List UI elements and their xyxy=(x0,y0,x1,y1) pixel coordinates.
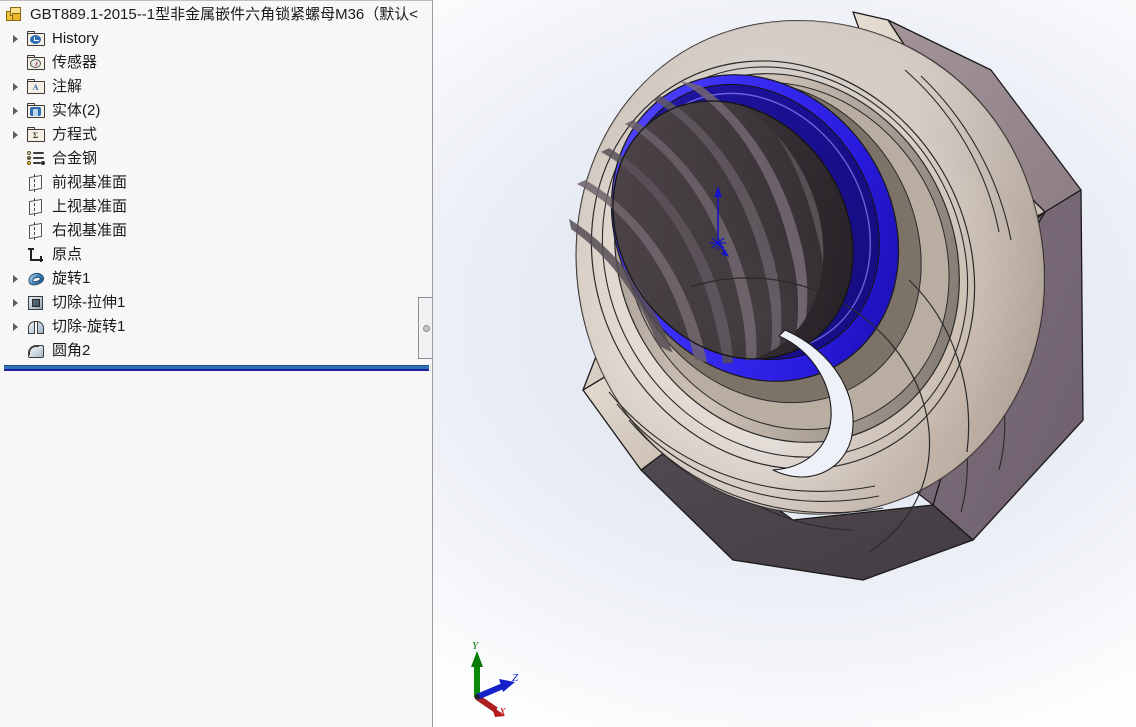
tree-item-label: 方程式 xyxy=(52,126,98,143)
tree-item-list: History 传感器 A 注解实体(2) Σ 方程式合金钢前视基准面上视基准面右视基准面… xyxy=(0,27,432,363)
feature-tree[interactable]: GBT889.1-2015--1型非金属嵌件六角锁紧螺母M36（默认< Hist… xyxy=(0,1,432,727)
chevron-right-icon[interactable] xyxy=(4,27,26,51)
tree-item-label: 右视基准面 xyxy=(52,222,128,239)
tree-item-10[interactable]: 旋转1 xyxy=(0,267,432,291)
chevron-right-icon[interactable] xyxy=(4,291,26,315)
feature-manager-panel: GBT889.1-2015--1型非金属嵌件六角锁紧螺母M36（默认< Hist… xyxy=(0,0,433,727)
cut-revolve-icon xyxy=(26,317,46,337)
tree-item-label: 上视基准面 xyxy=(52,198,128,215)
svg-text:Z: Z xyxy=(512,672,519,684)
panel-splitter-handle[interactable] xyxy=(418,297,432,359)
hex-lock-nut-model[interactable] xyxy=(433,0,1136,727)
tree-item-0[interactable]: History xyxy=(0,27,432,51)
graphics-viewport[interactable]: Y X Z xyxy=(433,0,1136,727)
chevron-right-icon[interactable] xyxy=(4,123,26,147)
tree-item-3[interactable]: 实体(2) xyxy=(0,99,432,123)
tree-item-label: 切除-旋转1 xyxy=(52,318,126,335)
tree-item-6[interactable]: 前视基准面 xyxy=(0,171,432,195)
revolve-icon xyxy=(26,269,46,289)
tree-item-13[interactable]: 圆角2 xyxy=(0,339,432,363)
material-icon xyxy=(26,149,46,169)
triad-axis-x: X xyxy=(475,694,507,718)
tree-item-label: 注解 xyxy=(52,78,83,95)
tree-item-label: 切除-拉伸1 xyxy=(52,294,126,311)
folder-equations-icon: Σ xyxy=(26,125,46,145)
tree-item-1[interactable]: 传感器 xyxy=(0,51,432,75)
chevron-right-icon[interactable] xyxy=(4,75,26,99)
tree-item-label: 传感器 xyxy=(52,54,98,71)
tree-root-label: GBT889.1-2015--1型非金属嵌件六角锁紧螺母M36（默认< xyxy=(30,6,419,23)
tree-item-7[interactable]: 上视基准面 xyxy=(0,195,432,219)
tree-item-9[interactable]: 原点 xyxy=(0,243,432,267)
tree-item-11[interactable]: 切除-拉伸1 xyxy=(0,291,432,315)
tree-item-5[interactable]: 合金钢 xyxy=(0,147,432,171)
triad-axis-z: Z xyxy=(475,672,519,700)
fillet-icon xyxy=(26,341,46,361)
triad-axis-y: Y xyxy=(471,640,483,697)
folder-solidbodies-icon xyxy=(26,101,46,121)
tree-item-label: 旋转1 xyxy=(52,270,91,287)
solidworks-window: GBT889.1-2015--1型非金属嵌件六角锁紧螺母M36（默认< Hist… xyxy=(0,0,1136,727)
origin-icon xyxy=(26,245,46,265)
chevron-right-icon[interactable] xyxy=(4,315,26,339)
chevron-right-icon[interactable] xyxy=(4,267,26,291)
tree-root-part[interactable]: GBT889.1-2015--1型非金属嵌件六角锁紧螺母M36（默认< xyxy=(0,1,432,27)
folder-sensor-icon xyxy=(26,53,46,73)
tree-item-12[interactable]: 切除-旋转1 xyxy=(0,315,432,339)
plane-icon xyxy=(26,173,46,193)
tree-item-label: 原点 xyxy=(52,246,83,263)
folder-history-icon xyxy=(26,29,46,49)
plane-icon xyxy=(26,221,46,241)
tree-item-2[interactable]: A 注解 xyxy=(0,75,432,99)
tree-item-label: 前视基准面 xyxy=(52,174,128,191)
coordinate-triad: Y X Z xyxy=(471,640,519,718)
splitter-grip-dot xyxy=(422,324,430,332)
tree-item-4[interactable]: Σ 方程式 xyxy=(0,123,432,147)
tree-item-label: 合金钢 xyxy=(52,150,98,167)
svg-text:X: X xyxy=(498,706,507,718)
cut-extrude-icon xyxy=(26,293,46,313)
rollback-bar[interactable] xyxy=(4,365,429,371)
tree-item-label: 圆角2 xyxy=(52,342,91,359)
part-icon xyxy=(4,5,24,25)
folder-annotation-icon: A xyxy=(26,77,46,97)
tree-item-label: 实体(2) xyxy=(52,102,101,119)
chevron-right-icon[interactable] xyxy=(4,99,26,123)
tree-item-8[interactable]: 右视基准面 xyxy=(0,219,432,243)
svg-text:Y: Y xyxy=(472,640,480,652)
tree-item-label: History xyxy=(52,30,99,47)
plane-icon xyxy=(26,197,46,217)
